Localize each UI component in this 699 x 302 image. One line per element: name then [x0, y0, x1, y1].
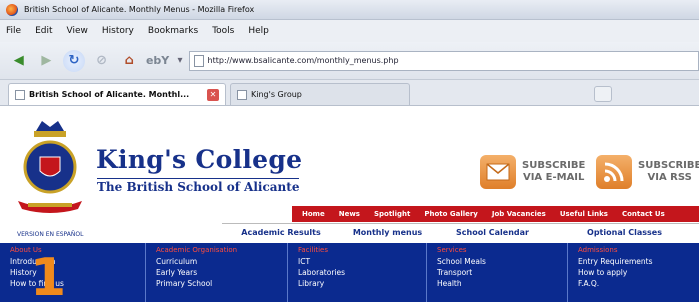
step-number-overlay: 1 — [30, 248, 67, 302]
menu-bar: File Edit View History Bookmarks Tools H… — [0, 20, 699, 42]
tab-kings-group[interactable]: King's Group — [230, 83, 410, 105]
menu-item[interactable]: Health — [437, 278, 567, 289]
forward-arrow-icon[interactable]: ▶ — [36, 50, 58, 72]
menu-item[interactable]: Early Years — [156, 267, 287, 278]
school-subtitle: The British School of Alicante — [97, 178, 300, 194]
envelope-icon — [480, 155, 516, 189]
menu-column-academic: Academic Organisation Curriculum Early Y… — [146, 243, 288, 302]
main-menu-bar: About Us Introduction History How to fin… — [0, 243, 699, 302]
tab-optional-classes[interactable]: Optional Classes — [550, 228, 699, 237]
url-text[interactable]: http://www.bsalicante.com/monthly_menus.… — [208, 56, 399, 65]
nav-job-vacancies[interactable]: Job Vacancies — [492, 210, 546, 218]
top-nav-bar: Home News Spotlight Photo Gallery Job Va… — [292, 206, 699, 222]
tab-label: British School of Alicante. Monthl... — [29, 90, 190, 99]
subscribe-email-button[interactable]: SUBSCRIBE VIA E-MAIL — [480, 155, 585, 189]
window-title: British School of Alicante. Monthly Menu… — [24, 5, 255, 14]
tab-school-calendar[interactable]: School Calendar — [435, 228, 550, 237]
tab-label: King's Group — [251, 90, 302, 99]
close-tab-icon[interactable]: ✕ — [207, 88, 219, 101]
web-page: King's College The British School of Ali… — [0, 107, 699, 302]
menu-column-admissions: Admissions Entry Requirements How to app… — [568, 243, 699, 302]
subscribe-rss-line2: VIA RSS — [647, 172, 692, 183]
menu-column-about: About Us Introduction History How to fin… — [0, 243, 146, 302]
tab-academic-results[interactable]: Academic Results — [222, 228, 340, 237]
nav-spotlight[interactable]: Spotlight — [374, 210, 410, 218]
menu-edit[interactable]: Edit — [35, 26, 52, 36]
nav-photo-gallery[interactable]: Photo Gallery — [424, 210, 478, 218]
menu-item[interactable]: Primary School — [156, 278, 287, 289]
menu-heading[interactable]: Facilities — [298, 246, 426, 254]
nav-contact-us[interactable]: Contact Us — [622, 210, 665, 218]
school-crest-logo[interactable] — [14, 117, 86, 217]
tab-monthly-menus[interactable]: Monthly menus — [340, 228, 435, 237]
sub-nav-tabs: Academic Results Monthly menus School Ca… — [222, 223, 699, 241]
dropdown-icon[interactable]: ▾ — [177, 55, 182, 66]
menu-item[interactable]: Transport — [437, 267, 567, 278]
page-icon — [15, 89, 25, 100]
menu-help[interactable]: Help — [248, 26, 269, 36]
subscribe-email-line1: SUBSCRIBE — [522, 160, 586, 171]
subscribe-rss-line1: SUBSCRIBE — [638, 160, 699, 171]
menu-item[interactable]: ICT — [298, 256, 426, 267]
tab-british-school[interactable]: British School of Alicante. Monthl... ✕ — [8, 83, 226, 105]
back-arrow-icon[interactable]: ◀ — [8, 50, 30, 72]
menu-view[interactable]: View — [67, 26, 88, 36]
menu-item[interactable]: School Meals — [437, 256, 567, 267]
nav-useful-links[interactable]: Useful Links — [560, 210, 608, 218]
page-icon — [237, 89, 247, 100]
menu-item[interactable]: Curriculum — [156, 256, 287, 267]
rss-icon — [596, 155, 632, 189]
page-icon — [193, 54, 204, 67]
menu-file[interactable]: File — [6, 26, 21, 36]
menu-item[interactable]: Library — [298, 278, 426, 289]
menu-column-facilities: Facilities ICT Laboratories Library — [288, 243, 427, 302]
menu-bookmarks[interactable]: Bookmarks — [148, 26, 198, 36]
subscribe-email-line2: VIA E-MAIL — [522, 172, 585, 183]
menu-history[interactable]: History — [102, 26, 134, 36]
firefox-icon — [6, 3, 18, 16]
reload-icon[interactable]: ↻ — [63, 49, 85, 72]
menu-item[interactable]: F.A.Q. — [578, 278, 699, 289]
subscribe-rss-button[interactable]: SUBSCRIBE VIA RSS — [596, 155, 699, 189]
menu-heading[interactable]: Admissions — [578, 246, 699, 254]
stop-icon[interactable]: ⊘ — [91, 50, 113, 72]
menu-heading[interactable]: Academic Organisation — [156, 246, 287, 254]
menu-tools[interactable]: Tools — [212, 26, 234, 36]
home-icon[interactable]: ⌂ — [118, 50, 140, 72]
menu-item[interactable]: Entry Requirements — [578, 256, 699, 267]
address-bar[interactable]: http://www.bsalicante.com/monthly_menus.… — [188, 50, 699, 71]
spanish-version-link[interactable]: VERSION EN ESPAÑOL — [17, 231, 83, 238]
menu-item[interactable]: Laboratories — [298, 267, 426, 278]
menu-heading[interactable]: Services — [437, 246, 567, 254]
ebay-search-icon[interactable]: ebY — [146, 54, 172, 67]
new-tab-button[interactable] — [594, 86, 612, 102]
navigation-toolbar: ◀ ▶ ↻ ⊘ ⌂ ebY ▾ http://www.bsalicante.co… — [0, 42, 699, 80]
menu-item[interactable]: How to apply — [578, 267, 699, 278]
school-name[interactable]: King's College — [96, 145, 302, 174]
menu-column-services: Services School Meals Transport Health — [427, 243, 568, 302]
nav-news[interactable]: News — [339, 210, 360, 218]
nav-home[interactable]: Home — [302, 210, 325, 218]
browser-tab-bar: British School of Alicante. Monthl... ✕ … — [0, 80, 699, 106]
window-title-bar: British School of Alicante. Monthly Menu… — [0, 0, 699, 20]
